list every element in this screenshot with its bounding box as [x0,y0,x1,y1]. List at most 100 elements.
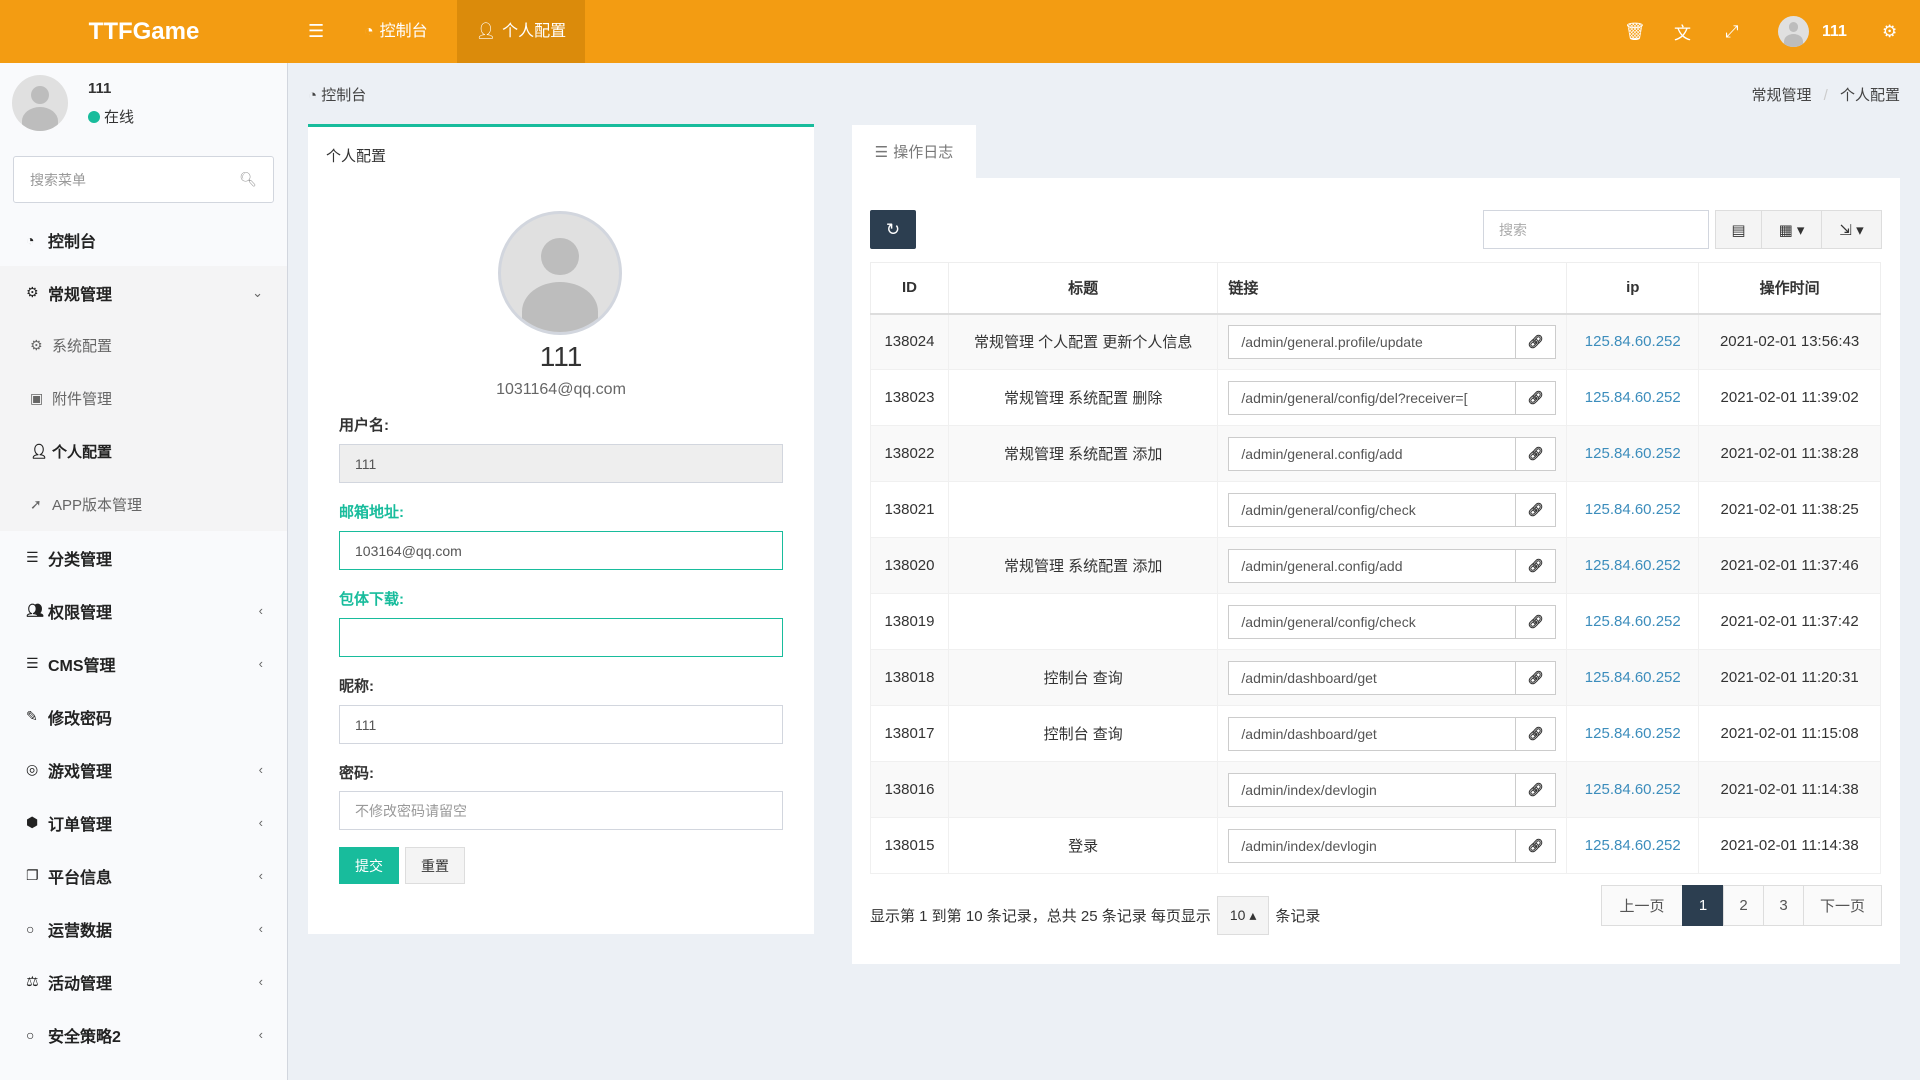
trash-icon[interactable]: 🗑︎ [1624,0,1646,63]
tab-dashboard[interactable]: ◔ 控制台 [348,0,444,63]
submit-button[interactable]: 提交 [339,847,399,884]
breadcrumb-home[interactable]: ◔ 控制台 [308,84,366,105]
user-avatar[interactable] [1778,16,1809,47]
link-icon[interactable]: 🔗︎ [1516,436,1557,471]
sidebar-item[interactable]: ☰ 分类管理 [0,531,287,584]
breadcrumb: 常规管理 / 个人配置 [1751,87,1900,104]
page-size-select[interactable]: 10 ▴ [1216,896,1270,935]
cell-ip[interactable]: 125.84.60.252 [1566,481,1700,538]
cell-ip[interactable]: 125.84.60.252 [1566,425,1700,482]
sidebar-item[interactable]: ○ 安全策略2 ‹ [0,1008,287,1061]
url-field[interactable]: /admin/general.profile/update [1228,324,1517,359]
table-search-input[interactable]: 搜索 [1483,210,1709,249]
url-field[interactable]: /admin/general/config/check [1228,492,1517,527]
cell-time: 2021-02-01 11:39:02 [1698,369,1881,426]
menu-search-input[interactable]: 搜索菜单 🔍︎ [13,156,274,203]
cell-ip[interactable]: 125.84.60.252 [1566,369,1700,426]
url-field[interactable]: /admin/general.config/add [1228,548,1517,583]
url-field[interactable]: /admin/general.config/add [1228,436,1517,471]
cell-ip[interactable]: 125.84.60.252 [1566,705,1700,762]
sidebar-item[interactable]: ○ 运营数据 ‹ [0,902,287,955]
url-input-group: /admin/general.profile/update 🔗︎ [1228,324,1557,359]
url-field[interactable]: /admin/index/devlogin [1228,772,1517,807]
cell-ip[interactable]: 125.84.60.252 [1566,649,1700,706]
sidebar-item-label: 运营数据 [48,922,113,940]
package-download-field[interactable] [339,618,783,657]
fullscreen-icon[interactable]: ⤢ [1725,0,1739,63]
sidebar-item[interactable]: ⚙ 常规管理 ⌄ [0,266,287,319]
sidebar-item[interactable]: ❐ 平台信息 ‹ [0,849,287,902]
cell-ip[interactable]: 125.84.60.252 [1566,593,1700,650]
link-icon[interactable]: 🔗︎ [1516,324,1557,359]
cell-url: /admin/general.profile/update 🔗︎ [1217,313,1568,370]
link-icon[interactable]: 🔗︎ [1516,492,1557,527]
sidebar-item[interactable]: ◎ 游戏管理 ‹ [0,743,287,796]
cell-url: /admin/general.config/add 🔗︎ [1217,425,1568,482]
col-title[interactable]: 标题 [947,262,1219,315]
col-id[interactable]: ID [870,262,949,315]
breadcrumb-item[interactable]: 常规管理 [1751,87,1811,104]
sidebar-item[interactable]: ✎ 修改密码 [0,690,287,743]
col-time[interactable]: 操作时间 [1698,262,1881,315]
nickname-field[interactable]: 111 [339,705,783,744]
col-url[interactable]: 链接 [1217,262,1568,315]
link-icon[interactable]: 🔗︎ [1516,828,1557,863]
link-icon[interactable]: 🔗︎ [1516,548,1557,583]
table-row: 138023 常规管理 系统配置 删除 /admin/general/confi… [870,369,1881,426]
group-icon: 👥︎ [26,602,44,618]
col-ip[interactable]: ip [1566,262,1700,315]
cell-ip[interactable]: 125.84.60.252 [1566,817,1700,874]
link-icon[interactable]: 🔗︎ [1516,380,1557,415]
sidebar-item[interactable]: ⚙ 系统配置 [0,319,287,372]
link-icon[interactable]: 🔗︎ [1516,604,1557,639]
cell-ip[interactable]: 125.84.60.252 [1566,537,1700,594]
sidebar-item[interactable]: ◔ 控制台 [0,213,287,266]
next-page-button[interactable]: 下一页 [1803,885,1882,926]
balance-icon: ⚖ [26,973,39,989]
hamburger-menu-icon[interactable]: ☰ [308,0,324,63]
cell-url: /admin/general/config/check 🔗︎ [1217,593,1568,650]
profile-avatar[interactable] [498,211,622,335]
username-field[interactable]: 111 [339,444,783,483]
tab-profile[interactable]: 👤︎ 个人配置 [457,0,585,63]
export-button[interactable]: ⇲ ▾ [1821,210,1882,249]
chevron-left-icon: ‹ [258,603,263,618]
columns-button[interactable]: ▦ ▾ [1761,210,1822,249]
url-field[interactable]: /admin/index/devlogin [1228,828,1517,863]
sidebar-item[interactable]: ☰ CMS管理 ‹ [0,637,287,690]
link-icon[interactable]: 🔗︎ [1516,660,1557,695]
reset-button[interactable]: 重置 [405,847,465,884]
tab-operation-log[interactable]: ☰ 操作日志 [852,125,976,178]
profile-panel: 个人配置 111 1031164@qq.com 用户名: 111 邮箱地址: 1… [308,124,814,934]
paint-brush-icon: ✎ [26,708,38,724]
logo[interactable]: TTFGame [0,0,288,63]
sidebar-item[interactable]: 👤︎ 个人配置 [0,425,287,478]
url-field[interactable]: /admin/general/config/check [1228,604,1517,639]
url-input-group: /admin/dashboard/get 🔗︎ [1228,660,1557,695]
refresh-button[interactable]: ↻ [870,210,916,249]
search-icon[interactable]: 🔍︎ [239,171,257,188]
url-field[interactable]: /admin/general/config/del?receiver=[ [1228,380,1517,415]
cell-ip[interactable]: 125.84.60.252 [1566,761,1700,818]
sidebar-item[interactable]: 👥︎ 权限管理 ‹ [0,584,287,637]
page-3-button[interactable]: 3 [1763,885,1804,926]
translate-icon[interactable]: 文 [1674,0,1691,63]
cell-ip[interactable]: 125.84.60.252 [1566,313,1700,370]
password-field[interactable]: 不修改密码请留空 [339,791,783,830]
cell-time: 2021-02-01 11:14:38 [1698,761,1881,818]
toggle-view-button[interactable]: ▤ [1715,210,1762,249]
prev-page-button[interactable]: 上一页 [1601,885,1683,926]
link-icon[interactable]: 🔗︎ [1516,716,1557,751]
page-1-button[interactable]: 1 [1682,885,1724,926]
link-icon[interactable]: 🔗︎ [1516,772,1557,807]
url-field[interactable]: /admin/dashboard/get [1228,660,1517,695]
url-field[interactable]: /admin/dashboard/get [1228,716,1517,751]
sidebar-item[interactable]: ➚ APP版本管理 [0,478,287,531]
email-field[interactable]: 103164@qq.com [339,531,783,570]
settings-gears-icon[interactable]: ⚙ [1882,0,1897,63]
sidebar-item[interactable]: ⚖ 活动管理 ‹ [0,955,287,1008]
sidebar-item[interactable]: ⬢ 订单管理 ‹ [0,796,287,849]
page-2-button[interactable]: 2 [1723,885,1764,926]
header-username[interactable]: 111 [1822,0,1847,63]
sidebar-item[interactable]: ▣ 附件管理 [0,372,287,425]
